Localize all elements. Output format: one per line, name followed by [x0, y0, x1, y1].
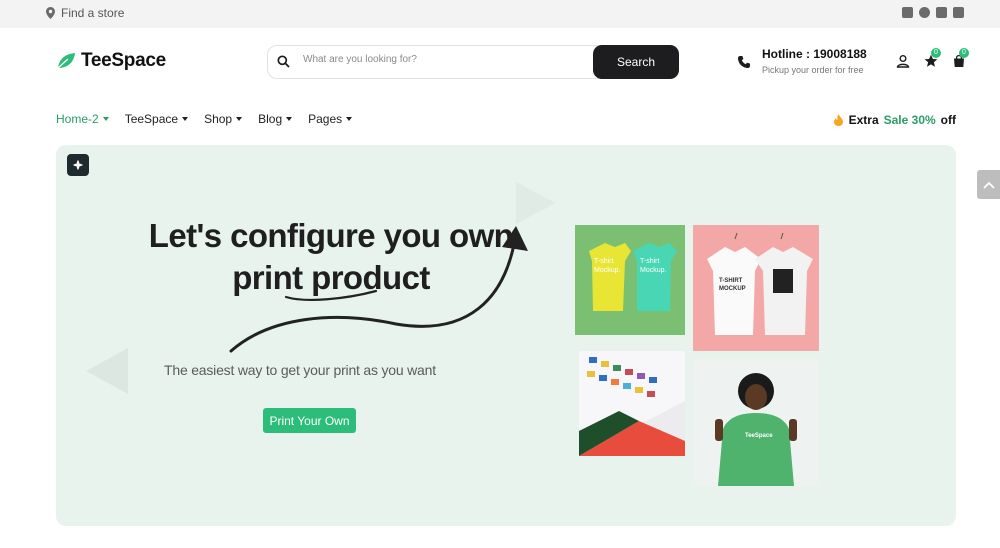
twitter-icon[interactable]	[902, 7, 913, 18]
hotline-number: Hotline : 19008188	[762, 47, 867, 61]
social-links	[902, 7, 964, 18]
instagram-icon[interactable]	[936, 7, 947, 18]
header-icons: 0 0	[896, 48, 969, 68]
logo-leaf-icon	[57, 53, 75, 69]
chevron-up-icon	[982, 181, 995, 189]
find-store-label: Find a store	[61, 6, 125, 20]
print-your-own-button[interactable]: Print Your Own	[263, 408, 356, 433]
chevron-down-icon	[346, 117, 353, 121]
nav-item-shop[interactable]: Shop	[204, 112, 243, 126]
chevron-down-icon	[102, 117, 109, 121]
nav-item-home-2[interactable]: Home-2	[56, 112, 109, 126]
sale-promo[interactable]: Extra Sale 30% off	[833, 113, 956, 127]
tshirt-white-image	[707, 232, 813, 335]
decorative-triangle-icon	[86, 348, 128, 394]
nav-item-label: Shop	[204, 112, 233, 126]
search-icon	[277, 55, 290, 68]
chevron-down-icon	[236, 117, 243, 121]
nav-item-teespace[interactable]: TeeSpace	[124, 112, 189, 126]
logo-text: TeeSpace	[81, 50, 166, 71]
hero-subtitle: The easiest way to get your print as you…	[164, 362, 436, 378]
tile-caption: T-shirt Mockup.	[640, 258, 667, 274]
top-bar: Find a store	[0, 0, 1000, 28]
promo-highlight: Sale 30%	[883, 113, 936, 127]
chevron-down-icon	[286, 117, 293, 121]
nav-item-label: Pages	[308, 112, 343, 126]
tile-caption: T-SHIRT MOCKUP	[719, 278, 746, 292]
search-button[interactable]: Search	[593, 45, 679, 79]
product-tile-tshirt-mockup[interactable]: T-shirt Mockup. T-shirt Mockup.	[575, 225, 685, 335]
youtube-icon[interactable]	[953, 7, 964, 18]
promo-prefix: Extra	[848, 113, 879, 127]
tile-caption: TeeSpace	[745, 433, 773, 439]
hotline-block: Hotline : 19008188 Pickup your order for…	[737, 47, 867, 75]
wishlist-star-icon[interactable]: 0	[924, 48, 941, 68]
hoodie-model-image	[715, 373, 797, 486]
nav-item-pages[interactable]: Pages	[308, 112, 353, 126]
color-swatches-image	[579, 351, 685, 456]
nav-item-label: Home-2	[56, 112, 99, 126]
facebook-icon[interactable]	[919, 7, 930, 18]
cart-count-badge: 0	[959, 48, 969, 58]
swoosh-arrow-icon	[229, 226, 528, 353]
tile-caption: T-shirt Mockup.	[594, 258, 621, 274]
hero-badge-icon	[67, 154, 89, 176]
phone-icon	[738, 56, 750, 68]
location-pin-icon	[46, 7, 55, 19]
product-tile-white-tees[interactable]: T-SHIRT MOCKUP	[693, 225, 819, 351]
product-tile-color-swatches[interactable]	[579, 351, 685, 456]
nav-item-blog[interactable]: Blog	[258, 112, 293, 126]
chevron-down-icon	[182, 117, 189, 121]
search-input[interactable]	[303, 54, 583, 65]
find-store-link[interactable]: Find a store	[46, 6, 124, 20]
flame-icon	[833, 114, 843, 126]
nav-item-label: TeeSpace	[124, 112, 179, 126]
search-bar: Search	[267, 45, 679, 79]
hotline-subtitle: Pickup your order for free	[762, 65, 864, 75]
main-nav: Home-2 TeeSpace Shop Blog Pages	[56, 112, 353, 126]
tshirt-yellow-image	[589, 243, 677, 311]
product-tile-green-hoodie[interactable]: TeeSpace	[693, 359, 819, 486]
nav-item-label: Blog	[258, 112, 283, 126]
wishlist-count-badge: 0	[931, 48, 941, 58]
scroll-to-top-button[interactable]	[977, 170, 1000, 199]
cart-bag-icon[interactable]: 0	[952, 48, 969, 68]
site-logo[interactable]: TeeSpace	[56, 50, 166, 72]
hero-banner: Let's configure you own print product Th…	[56, 145, 956, 526]
promo-suffix: off	[940, 113, 956, 127]
account-icon[interactable]	[896, 54, 910, 68]
